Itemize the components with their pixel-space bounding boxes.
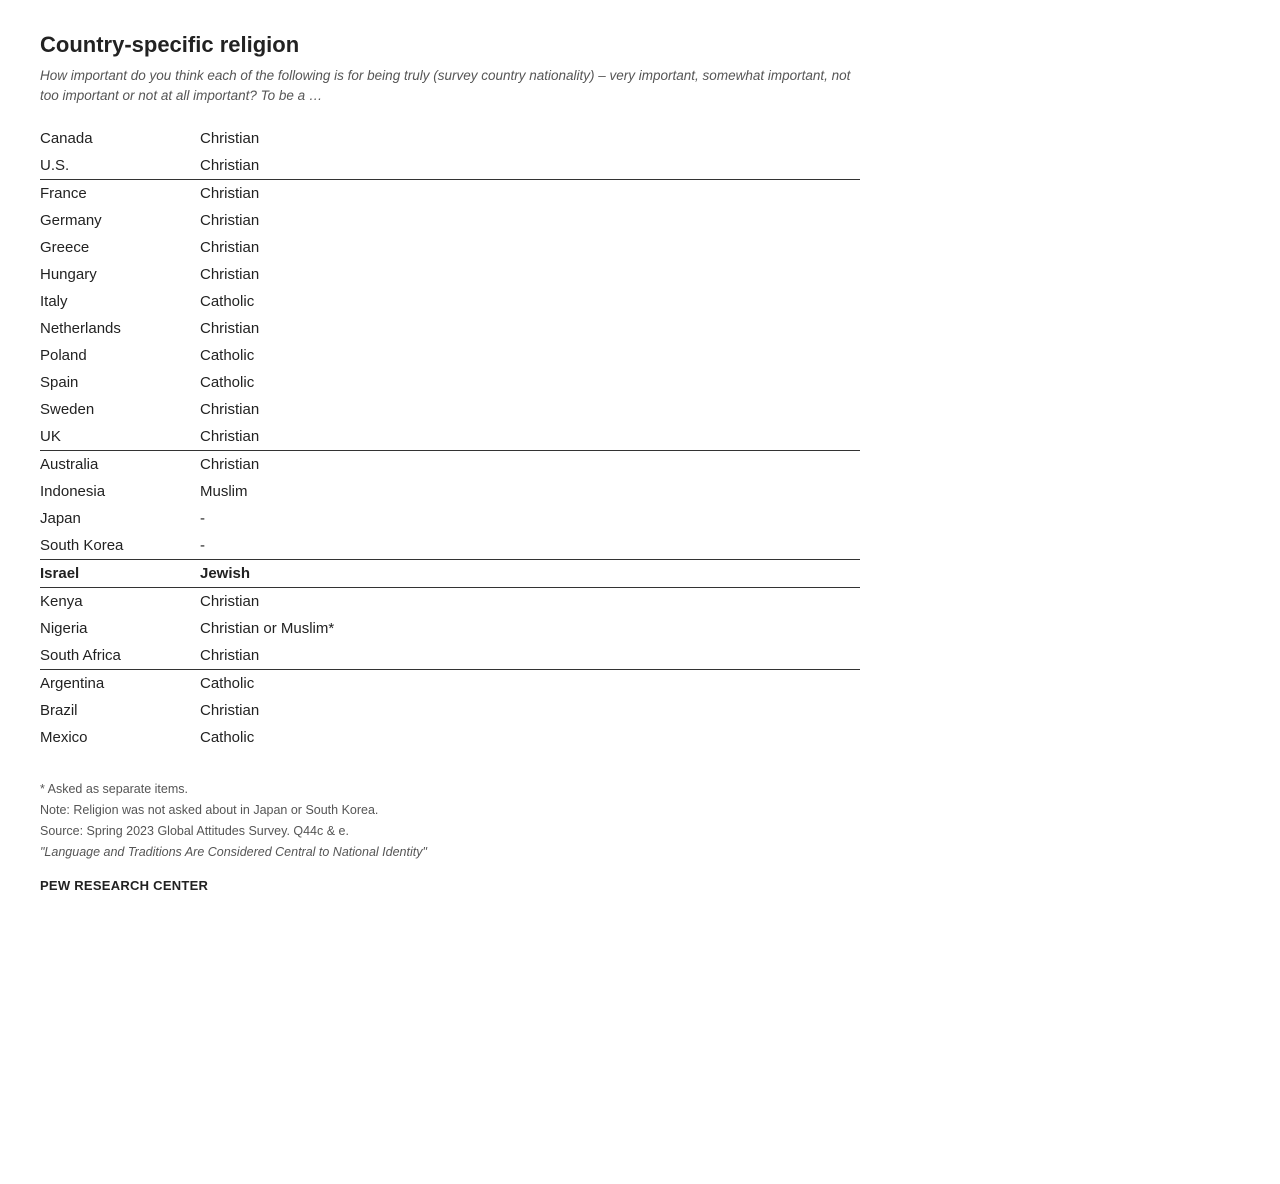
country-cell: Kenya — [40, 587, 200, 615]
country-cell: Japan — [40, 505, 200, 532]
country-cell: France — [40, 179, 200, 207]
religion-cell: Jewish — [200, 559, 860, 587]
country-cell: Sweden — [40, 396, 200, 423]
religion-cell: Catholic — [200, 288, 860, 315]
country-cell: South Korea — [40, 532, 200, 560]
data-table: CanadaChristianU.S.ChristianFranceChrist… — [40, 125, 860, 751]
note-line: Note: Religion was not asked about in Ja… — [40, 800, 860, 821]
country-cell: Germany — [40, 207, 200, 234]
country-cell: Greece — [40, 234, 200, 261]
country-cell: Argentina — [40, 669, 200, 697]
religion-cell: Muslim — [200, 478, 860, 505]
religion-cell: Christian — [200, 587, 860, 615]
country-cell: UK — [40, 423, 200, 451]
subtitle: How important do you think each of the f… — [40, 66, 860, 107]
religion-cell: Christian — [200, 261, 860, 288]
pew-credit: PEW RESEARCH CENTER — [40, 878, 860, 893]
religion-cell: - — [200, 505, 860, 532]
religion-cell: Christian — [200, 315, 860, 342]
country-cell: Hungary — [40, 261, 200, 288]
religion-cell: Christian — [200, 179, 860, 207]
country-cell: Spain — [40, 369, 200, 396]
note-line: Source: Spring 2023 Global Attitudes Sur… — [40, 821, 860, 842]
religion-cell: Christian — [200, 396, 860, 423]
religion-cell: Christian — [200, 423, 860, 451]
country-cell: Poland — [40, 342, 200, 369]
note-line: * Asked as separate items. — [40, 779, 860, 800]
country-cell: Israel — [40, 559, 200, 587]
religion-cell: Christian — [200, 152, 860, 180]
religion-cell: Christian — [200, 234, 860, 261]
religion-cell: Christian — [200, 450, 860, 478]
religion-cell: Christian — [200, 207, 860, 234]
country-cell: South Africa — [40, 642, 200, 670]
country-cell: Indonesia — [40, 478, 200, 505]
country-cell: Netherlands — [40, 315, 200, 342]
country-cell: Italy — [40, 288, 200, 315]
religion-cell: Catholic — [200, 369, 860, 396]
country-cell: Nigeria — [40, 615, 200, 642]
note-line: "Language and Traditions Are Considered … — [40, 842, 860, 863]
religion-cell: Catholic — [200, 342, 860, 369]
notes-section: * Asked as separate items.Note: Religion… — [40, 779, 860, 864]
religion-cell: Christian — [200, 125, 860, 152]
page-title: Country-specific religion — [40, 32, 860, 58]
religion-cell: Catholic — [200, 724, 860, 751]
religion-cell: - — [200, 532, 860, 560]
country-cell: Australia — [40, 450, 200, 478]
country-cell: Brazil — [40, 697, 200, 724]
country-cell: U.S. — [40, 152, 200, 180]
religion-cell: Christian — [200, 642, 860, 670]
country-cell: Canada — [40, 125, 200, 152]
country-cell: Mexico — [40, 724, 200, 751]
religion-cell: Christian — [200, 697, 860, 724]
religion-cell: Catholic — [200, 669, 860, 697]
religion-cell: Christian or Muslim* — [200, 615, 860, 642]
